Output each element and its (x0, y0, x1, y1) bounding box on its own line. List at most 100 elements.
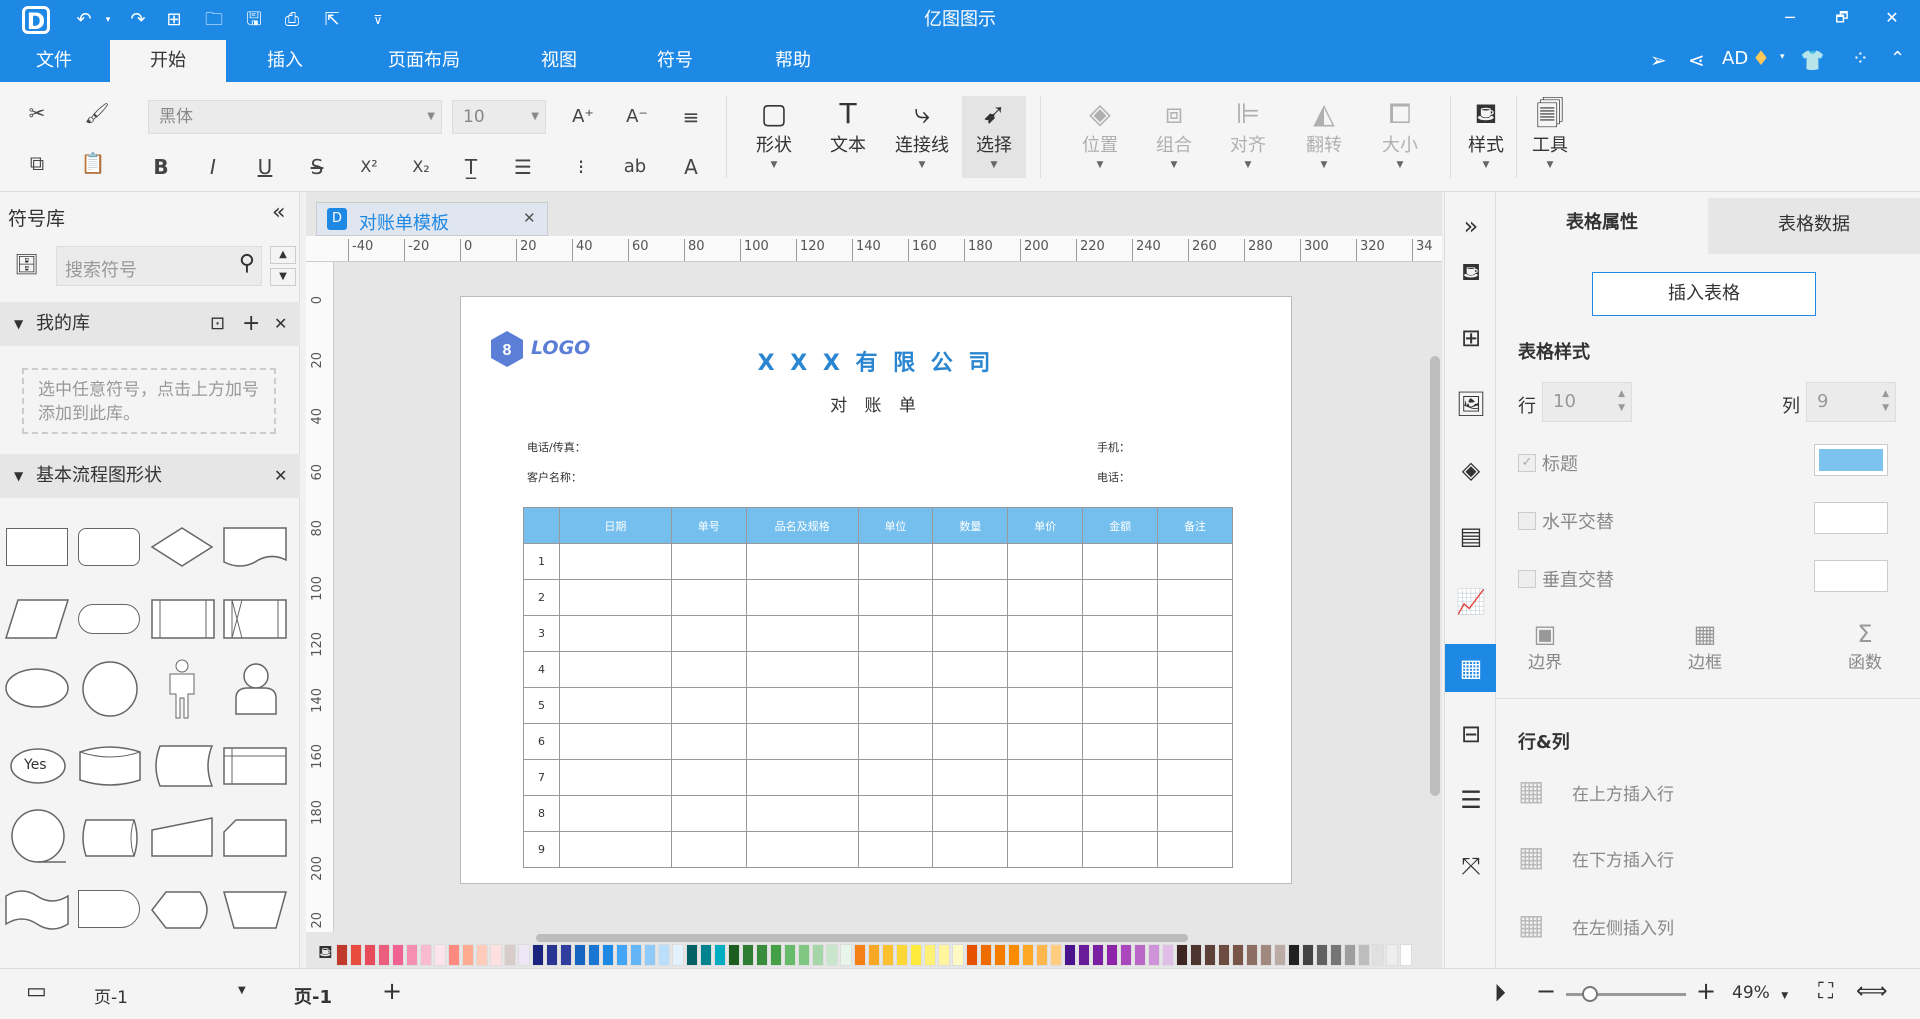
table-row[interactable]: 4 (523, 651, 1233, 688)
color-swatch[interactable] (406, 944, 418, 966)
color-swatch[interactable] (1274, 944, 1286, 966)
shrink-font-icon[interactable]: A⁻ (622, 102, 652, 132)
customize-icon[interactable]: ⊽ (366, 8, 390, 32)
table-header-cell[interactable]: 单价 (1007, 507, 1084, 544)
color-swatch[interactable] (1260, 944, 1272, 966)
basic-flowchart-header[interactable]: ▼ 基本流程图形状 ✕ (0, 454, 300, 498)
color-swatch[interactable] (1036, 944, 1048, 966)
format-painter-icon[interactable]: 🖌 (82, 98, 112, 128)
table-row[interactable]: 3 (523, 615, 1233, 652)
close-tab-icon[interactable]: ✕ (523, 209, 536, 227)
add-page-button[interactable]: + (382, 977, 402, 1005)
color-swatch[interactable] (434, 944, 446, 966)
close-button[interactable]: ✕ (1872, 0, 1912, 40)
shape-button[interactable]: ▢ 形状 ▼ (742, 96, 806, 170)
text-direction-icon[interactable]: T̲ (456, 152, 486, 182)
color-swatch[interactable] (574, 944, 586, 966)
color-swatch[interactable] (1204, 944, 1216, 966)
tab-help[interactable]: 帮助 (748, 40, 838, 82)
table-header-cell[interactable]: 单位 (857, 507, 934, 544)
color-swatch[interactable] (1064, 944, 1076, 966)
insert-table-button[interactable]: 插入表格 (1592, 272, 1816, 316)
shape-ellipse[interactable] (4, 666, 70, 710)
color-swatch[interactable] (700, 944, 712, 966)
line-spacing-icon[interactable]: ☰ (508, 152, 538, 182)
color-swatch[interactable] (882, 944, 894, 966)
page-select[interactable]: 页-1 ▼ (94, 983, 254, 1008)
document-page[interactable]: 8 LOGO X X X 有 限 公 司 对 账 单 电话/传真： 手机： 客户… (460, 296, 1292, 884)
color-swatch[interactable] (756, 944, 768, 966)
zoom-in-icon[interactable]: + (1696, 977, 1716, 1005)
shape-collate[interactable] (222, 598, 288, 640)
color-swatch[interactable] (1344, 944, 1356, 966)
tools-button[interactable]: 🗐 工具 ▼ (1518, 96, 1582, 170)
select-button[interactable]: ➹ 选择 ▼ (962, 96, 1026, 178)
color-swatch[interactable] (896, 944, 908, 966)
app-logo-icon[interactable]: D (22, 6, 50, 35)
stepper-arrows-icon[interactable]: ▲ ▼ (1618, 387, 1625, 415)
theme-icon[interactable]: ⊞ (1445, 314, 1497, 362)
header-checkbox[interactable]: ✓ (1518, 454, 1536, 472)
color-swatch[interactable] (1288, 944, 1300, 966)
data-icon[interactable]: ⊟ (1445, 710, 1497, 758)
style-button[interactable]: ⛾ 样式 ▼ (1454, 96, 1518, 170)
vertical-scrollbar[interactable] (1430, 356, 1440, 796)
color-swatch[interactable] (504, 944, 516, 966)
add-icon[interactable]: + (242, 302, 260, 346)
superscript-icon[interactable]: X² (354, 152, 384, 182)
align-button[interactable]: ⊫ 对齐 ▼ (1216, 96, 1280, 170)
close-icon[interactable]: ✕ (274, 302, 287, 346)
table-header-cell[interactable]: 单号 (670, 507, 747, 544)
bullet-list-icon[interactable]: ⁝ (566, 152, 596, 182)
scroll-up-icon[interactable]: ▲ (270, 246, 296, 264)
color-swatch[interactable] (798, 944, 810, 966)
color-swatch[interactable] (952, 944, 964, 966)
image-icon[interactable]: 🖼 (1445, 380, 1497, 428)
color-swatch[interactable] (1148, 944, 1160, 966)
color-swatch[interactable] (840, 944, 852, 966)
close-icon[interactable]: ✕ (274, 454, 287, 498)
horizontal-scrollbar[interactable] (536, 934, 1188, 942)
color-swatch[interactable] (1134, 944, 1146, 966)
color-swatch[interactable] (616, 944, 628, 966)
send-icon[interactable]: ➢ (1650, 48, 1667, 72)
grow-font-icon[interactable]: A⁺ (568, 102, 598, 132)
color-swatch[interactable] (714, 944, 726, 966)
library-menu-icon[interactable]: 🗄 (14, 252, 39, 276)
shape-circle[interactable] (80, 660, 140, 718)
dropdown-icon[interactable]: ▾ (1780, 52, 1785, 62)
color-swatch[interactable] (518, 944, 530, 966)
color-swatch[interactable] (378, 944, 390, 966)
color-swatch[interactable] (1162, 944, 1174, 966)
tab-table-data[interactable]: 表格数据 (1708, 198, 1920, 254)
scroll-down-icon[interactable]: ▼ (270, 268, 296, 286)
shape-rounded-rect[interactable] (78, 528, 140, 566)
layers-icon[interactable]: ◈ (1445, 446, 1497, 494)
shape-stored-data[interactable] (150, 744, 214, 788)
tab-page-layout[interactable]: 页面布局 (364, 40, 484, 82)
font-color-icon[interactable]: A (676, 152, 706, 182)
new-icon[interactable]: ⊞ (162, 8, 186, 32)
undo-icon[interactable]: ↶ (72, 8, 96, 32)
shape-display[interactable] (150, 888, 216, 932)
shape-sequential-data[interactable] (8, 808, 68, 868)
dropdown-icon[interactable]: ▾ (96, 8, 120, 32)
tab-symbol[interactable]: 符号 (630, 40, 720, 82)
stepper-arrows-icon[interactable]: ▲ ▼ (1882, 387, 1889, 415)
table-row[interactable]: 1 (523, 543, 1233, 580)
color-swatch[interactable] (686, 944, 698, 966)
table-row[interactable]: 5 (523, 687, 1233, 724)
table-header-cell[interactable]: 金额 (1082, 507, 1159, 544)
shape-card[interactable] (222, 816, 288, 860)
color-swatch[interactable] (672, 944, 684, 966)
color-swatch[interactable] (938, 944, 950, 966)
color-swatch[interactable] (448, 944, 460, 966)
shape-predefined-process[interactable] (150, 598, 216, 640)
skin-icon[interactable]: 👕 (1800, 48, 1825, 72)
color-swatch[interactable] (1092, 944, 1104, 966)
shape-document[interactable] (222, 526, 288, 568)
color-swatch[interactable] (1302, 944, 1314, 966)
table-header-cell[interactable]: 备注 (1157, 507, 1233, 544)
h-alternate-color-swatch[interactable] (1814, 502, 1888, 534)
color-swatch[interactable] (812, 944, 824, 966)
